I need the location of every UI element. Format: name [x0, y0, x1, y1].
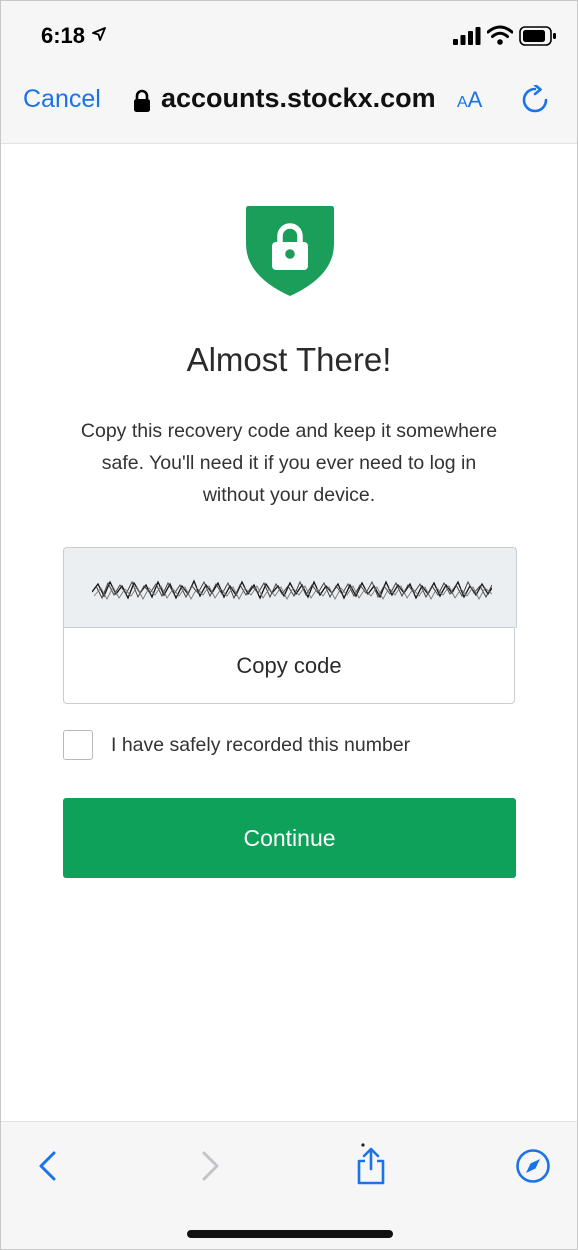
recovery-code-box — [63, 547, 517, 628]
recorded-checkbox[interactable] — [63, 730, 93, 760]
reload-icon[interactable] — [521, 85, 549, 115]
recorded-confirmation-row[interactable]: I have safely recorded this number — [63, 730, 523, 762]
continue-button[interactable]: Continue — [63, 798, 516, 878]
lock-icon — [134, 89, 150, 112]
copy-code-button[interactable]: Copy code — [63, 627, 515, 704]
compass-icon[interactable] — [515, 1148, 551, 1184]
status-time: 6:18 — [41, 23, 86, 48]
text-size-large-a: A — [467, 87, 483, 112]
battery-icon — [519, 26, 556, 46]
wifi-icon — [487, 25, 513, 45]
home-indicator[interactable] — [187, 1230, 393, 1238]
text-size-button[interactable]: AA — [457, 87, 482, 113]
status-bar: 6:18 — [1, 1, 577, 71]
url-field[interactable]: accounts.stockx.com — [161, 83, 441, 114]
page-title: Almost There! — [186, 341, 392, 378]
text-size-small-a: A — [457, 94, 468, 111]
location-arrow-icon — [92, 27, 106, 41]
recorded-checkbox-label[interactable]: I have safely recorded this number — [111, 734, 410, 757]
redacted-code-scribble — [92, 579, 492, 600]
instructions-text: Copy this recovery code and keep it some… — [80, 420, 498, 506]
browser-header: Cancel accounts.stockx.com AA — [1, 71, 577, 144]
signal-icon — [453, 27, 481, 45]
back-icon[interactable] — [35, 1150, 61, 1182]
app-frame: 6:18 Cancel accounts.stockx.com AA Almos… — [0, 0, 578, 1250]
share-icon[interactable] — [353, 1142, 389, 1186]
shield-lock-icon — [246, 206, 334, 296]
browser-toolbar — [1, 1121, 577, 1249]
forward-icon[interactable] — [197, 1150, 223, 1182]
cancel-button[interactable]: Cancel — [23, 85, 101, 114]
